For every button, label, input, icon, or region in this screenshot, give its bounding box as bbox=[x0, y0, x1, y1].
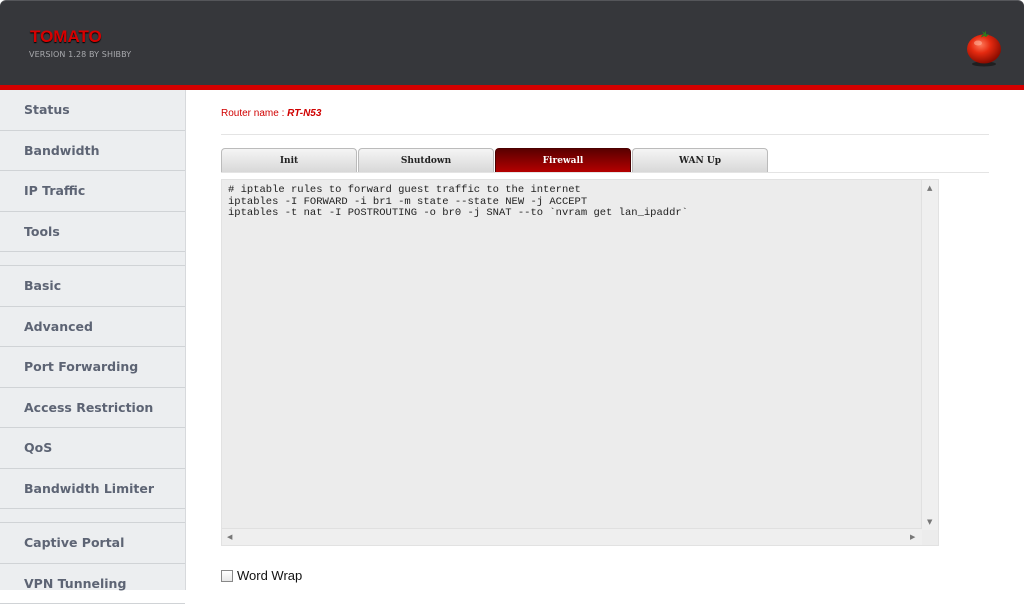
tab-underline bbox=[221, 172, 989, 173]
router-name-line: Router name : RT-N53 bbox=[221, 108, 321, 119]
sidebar-item-tools[interactable]: Tools bbox=[0, 212, 185, 253]
router-name-label: Router name : bbox=[221, 108, 287, 119]
scroll-down-icon[interactable]: ▼ bbox=[927, 518, 932, 526]
sidebar-item-basic[interactable]: Basic bbox=[0, 266, 185, 307]
sidebar-separator bbox=[0, 252, 185, 266]
scroll-right-icon[interactable]: ▶ bbox=[910, 533, 915, 541]
header: TOMATO VERSION 1.28 BY SHIBBY bbox=[0, 0, 1024, 85]
sidebar-item-advanced[interactable]: Advanced bbox=[0, 307, 185, 348]
sidebar-item-ip-traffic[interactable]: IP Traffic bbox=[0, 171, 185, 212]
tab-init[interactable]: Init bbox=[221, 148, 357, 172]
sidebar-item-bandwidth[interactable]: Bandwidth bbox=[0, 131, 185, 172]
app-title: TOMATO bbox=[30, 27, 102, 47]
sidebar-item-access-restriction[interactable]: Access Restriction bbox=[0, 388, 185, 429]
script-tabs: Init Shutdown Firewall WAN Up bbox=[221, 148, 769, 172]
vertical-scrollbar[interactable]: ▲ ▼ bbox=[921, 180, 938, 530]
sidebar-item-port-forwarding[interactable]: Port Forwarding bbox=[0, 347, 185, 388]
tab-firewall[interactable]: Firewall bbox=[495, 148, 631, 172]
sidebar-item-bandwidth-limiter[interactable]: Bandwidth Limiter bbox=[0, 469, 185, 510]
horizontal-scrollbar[interactable]: ◀ ▶ bbox=[222, 528, 922, 545]
scroll-up-icon[interactable]: ▲ bbox=[927, 184, 932, 192]
sidebar-nav: Status Bandwidth IP Traffic Tools Basic … bbox=[0, 90, 186, 590]
main-content: Router name : RT-N53 Init Shutdown Firew… bbox=[186, 90, 1024, 590]
word-wrap-option[interactable]: Word Wrap bbox=[221, 568, 302, 583]
app-version: VERSION 1.28 BY SHIBBY bbox=[29, 50, 131, 59]
sidebar-item-qos[interactable]: QoS bbox=[0, 428, 185, 469]
scroll-left-icon[interactable]: ◀ bbox=[227, 533, 232, 541]
tab-shutdown[interactable]: Shutdown bbox=[358, 148, 494, 172]
tomato-icon bbox=[965, 29, 1003, 67]
word-wrap-label[interactable]: Word Wrap bbox=[237, 568, 302, 583]
router-name-value: RT-N53 bbox=[287, 108, 321, 119]
word-wrap-checkbox[interactable] bbox=[221, 570, 233, 582]
sidebar-item-vpn-tunneling[interactable]: VPN Tunneling bbox=[0, 564, 185, 604]
sidebar-item-captive-portal[interactable]: Captive Portal bbox=[0, 523, 185, 564]
script-textarea[interactable]: # iptable rules to forward guest traffic… bbox=[222, 180, 922, 529]
sidebar-separator bbox=[0, 509, 185, 523]
divider bbox=[221, 134, 989, 135]
script-editor: # iptable rules to forward guest traffic… bbox=[221, 179, 939, 546]
sidebar-item-status[interactable]: Status bbox=[0, 90, 185, 131]
tab-wan-up[interactable]: WAN Up bbox=[632, 148, 768, 172]
